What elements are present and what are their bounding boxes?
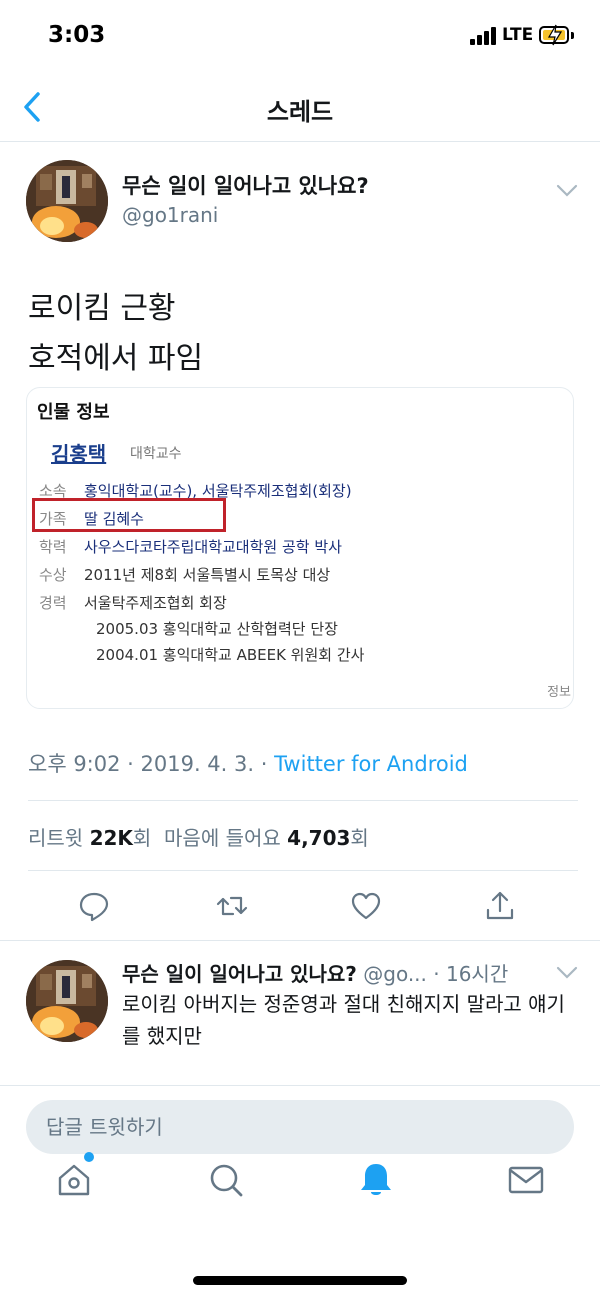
chevron-down-icon[interactable] — [556, 966, 578, 980]
home-icon — [58, 1164, 90, 1196]
share-button[interactable] — [480, 886, 520, 926]
avatar[interactable] — [26, 160, 108, 242]
status-time: 3:03 — [48, 22, 106, 48]
reply-input[interactable] — [26, 1100, 574, 1154]
like-icon — [351, 892, 381, 920]
card-corner-label: 정보 — [547, 685, 571, 700]
info-row: 수상 2011년 제8회 서울특별시 토목상 대상 — [39, 566, 331, 584]
author-name[interactable]: 무슨 일이 일어나고 있나요? — [122, 170, 369, 200]
tab-notifications[interactable] — [356, 1160, 396, 1200]
author-handle[interactable]: @go1rani — [122, 203, 218, 227]
source-link[interactable]: Twitter for Android — [274, 752, 468, 776]
messages-icon — [508, 1166, 544, 1194]
share-icon — [486, 891, 514, 920]
status-bar: 3:03 LTE — [0, 0, 600, 72]
like-button[interactable] — [346, 886, 386, 926]
info-row: 학력 사우스다코타주립대학교대학원 공학 박사 — [39, 538, 342, 556]
person-name: 김홍택 — [51, 442, 107, 466]
tab-search[interactable] — [206, 1160, 246, 1200]
home-indicator — [193, 1276, 407, 1285]
notifications-icon — [361, 1164, 391, 1195]
retweet-icon — [216, 896, 248, 916]
avatar[interactable] — [26, 960, 108, 1042]
search-icon — [210, 1164, 243, 1197]
like-count: 4,703 — [287, 826, 351, 850]
career-item: 2004.01 홍익대학교 ABEEK 위원회 간사 — [96, 646, 365, 664]
reply-handle-time: @go... · 16시간 — [356, 962, 509, 986]
tweet-meta: 오후 9:02 · 2019. 4. 3. · Twitter for Andr… — [28, 752, 468, 776]
tweet-text-line: 로이킴 근황 — [28, 291, 176, 326]
network-label: LTE — [502, 25, 534, 45]
charging-icon — [547, 24, 563, 46]
reply-button[interactable] — [74, 886, 114, 926]
signal-icon — [470, 27, 498, 45]
card-title: 인물 정보 — [37, 402, 110, 423]
tweet-stats[interactable]: 리트윗 22K회 마음에 들어요 4,703회 — [28, 822, 369, 851]
divider — [28, 800, 578, 801]
highlight-box — [32, 498, 226, 532]
retweet-count: 22K — [89, 826, 133, 850]
new-content-dot — [84, 1152, 94, 1162]
nav-header: 스레드 — [0, 72, 600, 142]
tweet-text: 로이킴 근황 호적에서 파임 — [28, 284, 203, 384]
career-item: 2005.03 홍익대학교 산학협력단 단장 — [96, 620, 338, 638]
divider — [0, 940, 600, 941]
tweet-text-line: 호적에서 파임 — [28, 341, 204, 376]
divider — [28, 870, 578, 871]
reply-author-name[interactable]: 무슨 일이 일어나고 있나요? — [122, 962, 357, 986]
page-title: 스레드 — [266, 98, 334, 126]
info-row: 경력 서울탁주제조협회 회장 — [39, 594, 227, 612]
reply-header[interactable]: 무슨 일이 일어나고 있나요? @go... · 16시간 — [122, 958, 508, 987]
retweet-button[interactable] — [212, 886, 252, 926]
tweet-image[interactable]: 인물 정보 김홍택 대학교수 소속 홍익대학교(교수), 서울탁주제조협회(회장)… — [26, 387, 574, 709]
tab-home[interactable] — [54, 1160, 94, 1200]
reply-text: 로이킴 아버지는 정준영과 절대 친해지지 말라고 얘기를 했지만 — [122, 992, 565, 1048]
person-job: 대학교수 — [130, 446, 182, 462]
reply-icon — [79, 892, 109, 922]
tab-messages[interactable] — [506, 1160, 546, 1200]
chevron-down-icon[interactable] — [556, 184, 578, 198]
